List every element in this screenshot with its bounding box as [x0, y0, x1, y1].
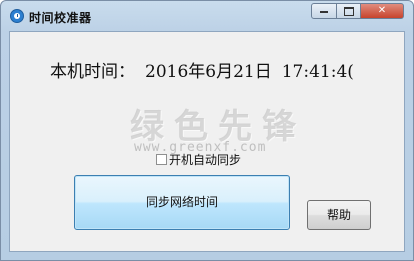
maximize-icon — [343, 7, 354, 16]
autostart-label: 开机自动同步 — [169, 153, 242, 167]
close-button[interactable]: ✕ — [360, 3, 404, 19]
help-button[interactable]: 帮助 — [307, 200, 371, 230]
sync-network-time-button[interactable]: 同步网络时间 — [74, 175, 290, 230]
title-bar[interactable]: 时间校准器 ✕ — [1, 1, 413, 31]
window-title: 时间校准器 — [29, 11, 92, 25]
local-time-display: 本机时间： 2016年6月21日 17:41:4( — [50, 57, 374, 83]
local-time-value: 17:41:4( — [281, 62, 354, 82]
local-date-value: 2016年6月21日 — [145, 62, 272, 82]
close-icon: ✕ — [377, 5, 387, 16]
client-area: 本机时间： 2016年6月21日 17:41:4( 绿色先锋 www.greenxf… — [9, 31, 405, 252]
minimize-icon — [320, 11, 328, 13]
clock-icon — [10, 9, 24, 23]
minimize-button[interactable] — [311, 3, 337, 19]
maximize-button[interactable] — [336, 3, 361, 19]
autostart-checkbox[interactable] — [156, 154, 167, 165]
app-window: 时间校准器 ✕ 本机时间： 2016年6月21日 17:41:4( 绿色先锋 www… — [0, 0, 414, 261]
autostart-option[interactable]: 开机自动同步 — [156, 151, 241, 168]
local-time-label: 本机时间： — [50, 62, 135, 82]
